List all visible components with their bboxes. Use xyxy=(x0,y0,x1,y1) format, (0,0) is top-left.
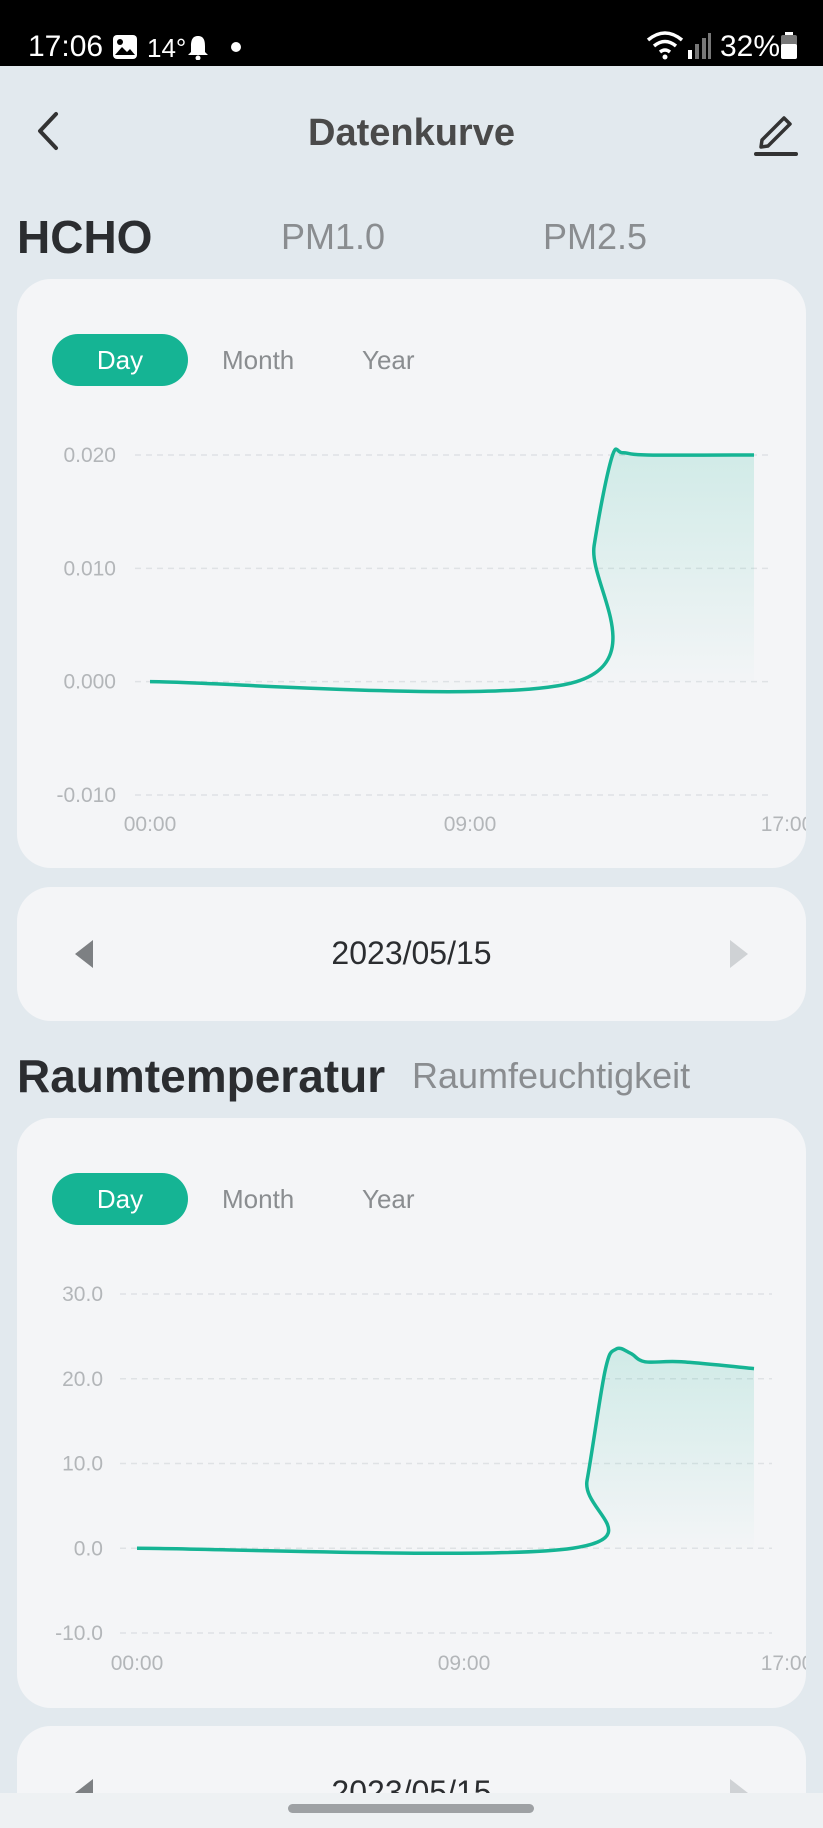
y-tick-label: 0.020 xyxy=(63,444,116,467)
series-area xyxy=(137,1348,754,1554)
date-navigator: 2023/05/15 xyxy=(17,887,806,1021)
y-tick-label: 0.0 xyxy=(74,1537,103,1560)
y-tick-label: -0.010 xyxy=(56,784,116,807)
x-tick-label: 09:00 xyxy=(438,1652,491,1675)
y-tick-label: 30.0 xyxy=(62,1283,103,1306)
page-title: Datenkurve xyxy=(308,112,515,154)
signal-icon xyxy=(688,33,711,59)
tab-hcho[interactable]: HCHO xyxy=(17,210,152,264)
tab-pm25[interactable]: PM2.5 xyxy=(543,216,647,258)
gallery-icon xyxy=(113,35,137,59)
x-tick-label: 17:00 xyxy=(761,1652,806,1675)
status-temperature: 14° xyxy=(147,33,187,63)
home-indicator[interactable] xyxy=(288,1804,534,1813)
y-tick-label: -10.0 xyxy=(55,1622,103,1645)
x-tick-label: 00:00 xyxy=(111,1652,164,1675)
pollutant-tabs: HCHO PM1.0 PM2.5 xyxy=(0,211,823,286)
notification-dot-icon xyxy=(231,42,241,52)
y-tick-label: 10.0 xyxy=(62,1453,103,1476)
temperature-chart-card: Day Month Year 30.0 20.0 10.0 0.0 -10.0 00:00… xyxy=(17,1118,806,1708)
x-tick-label: 09:00 xyxy=(444,813,497,836)
next-day-icon[interactable] xyxy=(730,940,748,968)
edit-pencil-icon[interactable] xyxy=(750,108,800,158)
wifi-icon xyxy=(646,31,684,60)
tab-room-temperature[interactable]: Raumtemperatur xyxy=(17,1049,385,1103)
y-tick-label: 0.010 xyxy=(63,557,116,580)
status-time: 17:06 xyxy=(28,30,104,63)
app-bar: Datenkurve xyxy=(0,66,823,196)
tab-pm1[interactable]: PM1.0 xyxy=(281,216,385,258)
hcho-line-chart: 0.020 0.010 0.000 -0.010 00:00 09:00 17:00 xyxy=(56,444,806,836)
series-area xyxy=(150,449,754,692)
y-tick-label: 20.0 xyxy=(62,1368,103,1391)
status-bar: 17:06 14° 32% xyxy=(0,0,823,66)
temperature-line-chart: 30.0 20.0 10.0 0.0 -10.0 00:00 09:00 17:00 xyxy=(55,1283,806,1675)
climate-tabs: Raumtemperatur Raumfeuchtigkeit xyxy=(0,1050,823,1125)
x-tick-label: 17:00 xyxy=(761,813,806,836)
battery-percentage: 32% xyxy=(720,30,781,63)
tab-room-humidity[interactable]: Raumfeuchtigkeit xyxy=(412,1055,690,1097)
navigation-bar xyxy=(0,1793,823,1828)
selected-date: 2023/05/15 xyxy=(331,935,492,971)
bell-icon xyxy=(188,36,208,60)
y-tick-label: 0.000 xyxy=(63,671,116,694)
hcho-chart-card: Day Month Year 0.020 0.010 0.000 -0.010 00:0… xyxy=(17,279,806,868)
x-tick-label: 00:00 xyxy=(124,813,177,836)
battery-icon xyxy=(781,32,797,59)
